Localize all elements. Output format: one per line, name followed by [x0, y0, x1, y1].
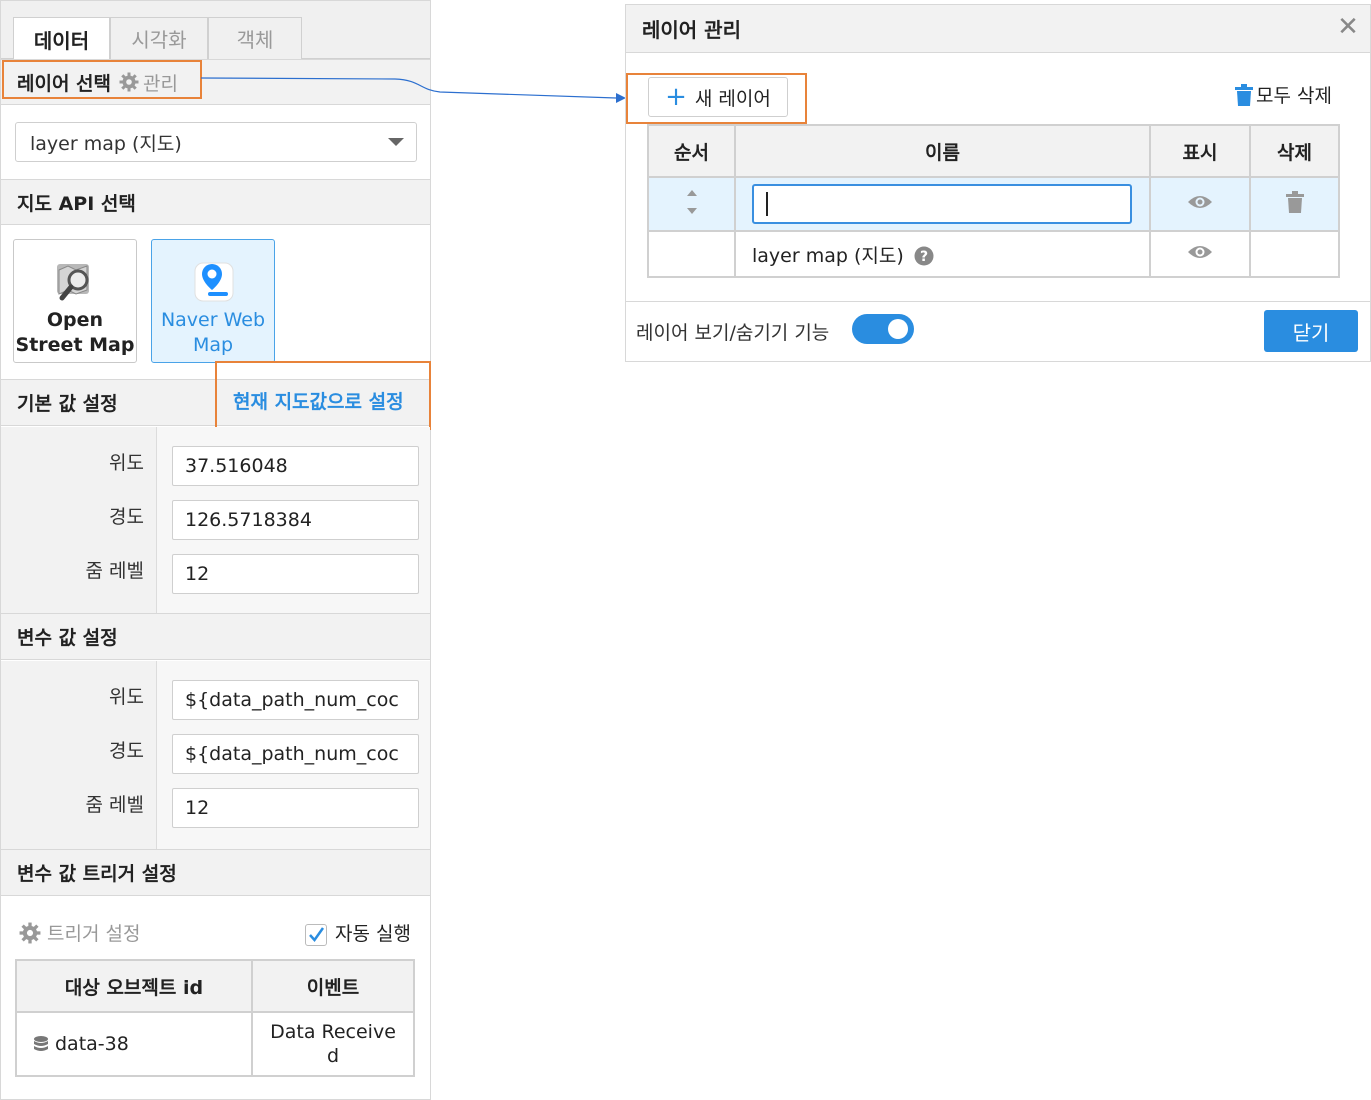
map-option-osm-label: Open Street Map [15, 309, 135, 356]
close-button[interactable]: 닫기 [1264, 310, 1358, 352]
trigger-title: 변수 값 트리거 설정 [17, 863, 177, 885]
variable-longitude-input[interactable]: ${data_path_num_coc [172, 734, 419, 774]
table-row[interactable]: data-38 Data Receive d [15, 1011, 415, 1077]
visibility-cell [1149, 230, 1251, 278]
toggle-knob [888, 319, 908, 339]
properties-panel: 데이터 시각화 객체 레이어 선택 관리 layer map (지도) 지도 A… [0, 0, 431, 1100]
field-label: 경도 [109, 740, 144, 762]
tab-object[interactable]: 객체 [208, 17, 302, 59]
default-latitude-input[interactable]: 37.516048 [172, 446, 419, 486]
auto-run-checkbox[interactable] [305, 924, 327, 946]
trash-icon [1235, 83, 1254, 106]
close-icon[interactable]: ✕ [1336, 14, 1360, 40]
tab-bar: 데이터 시각화 객체 [1, 1, 430, 60]
layer-management-dialog: 레이어 관리 ✕ + 새 레이어 모두 삭제 순서 이름 표시 삭제 layer… [625, 4, 1371, 362]
column-header: 이름 [734, 124, 1151, 178]
gear-icon [19, 922, 41, 943]
map-api-title: 지도 API 선택 [17, 192, 136, 215]
eye-icon[interactable] [1187, 194, 1213, 210]
delete-cell [1249, 176, 1340, 232]
variable-values-header: 변수 값 설정 [1, 613, 430, 660]
trash-icon[interactable] [1285, 190, 1305, 213]
field-label: 위도 [109, 452, 144, 474]
trigger-controls: 트리거 설정 자동 실행 [19, 919, 419, 949]
plus-icon: + [665, 82, 687, 112]
table-row[interactable] [647, 176, 1340, 232]
help-icon[interactable]: ? [914, 246, 934, 266]
toggle-label: 레이어 보기/숨기기 기능 [636, 322, 830, 344]
manage-highlight-box [2, 60, 202, 99]
tab-data[interactable]: 데이터 [13, 17, 110, 60]
object-id-cell: data-38 [15, 1011, 253, 1077]
variable-values-title: 변수 값 설정 [17, 627, 118, 649]
default-zoom-input[interactable]: 12 [172, 554, 419, 594]
delete-all-label: 모두 삭제 [1256, 85, 1332, 107]
delete-cell [1249, 230, 1340, 278]
default-longitude-input[interactable]: 126.5718384 [172, 500, 419, 540]
map-option-naver[interactable]: Naver Web Map [151, 239, 275, 363]
eye-icon[interactable] [1187, 244, 1213, 260]
field-label: 줌 레벨 [85, 560, 144, 582]
layer-dropdown[interactable]: layer map (지도) [15, 122, 417, 162]
trigger-table: 대상 오브젝트 id 이벤트 data-38 Data Receive d [15, 959, 415, 1077]
variable-values-form: 위도 ${data_path_num_coc 경도 ${data_path_nu… [1, 661, 430, 849]
layer-name-input[interactable] [752, 184, 1132, 224]
object-id-value: data-38 [55, 1033, 129, 1055]
column-header: 대상 오브젝트 id [15, 959, 253, 1013]
event-cell: Data Receive d [251, 1011, 415, 1077]
column-header: 삭제 [1249, 124, 1340, 178]
checkmark-icon [309, 927, 325, 942]
naver-map-pin-icon [194, 262, 234, 302]
layer-dropdown-value: layer map (지도) [30, 132, 182, 155]
dialog-title: 레이어 관리 [642, 18, 741, 42]
field-label: 줌 레벨 [85, 794, 144, 816]
column-header: 표시 [1149, 124, 1251, 178]
name-cell [734, 176, 1151, 232]
name-cell: layer map (지도) ? [734, 230, 1151, 278]
map-api-header: 지도 API 선택 [1, 179, 430, 225]
magnifier-map-icon [57, 264, 89, 301]
layer-name-value: layer map (지도) [752, 244, 904, 267]
default-values-title: 기본 값 설정 [17, 393, 118, 415]
sort-handle-icon[interactable] [684, 184, 700, 220]
map-option-naver-label: Naver Web Map [160, 309, 266, 356]
set-current-values-link[interactable]: 현재 지도값으로 설정 [233, 387, 404, 414]
layer-visibility-toggle[interactable] [852, 314, 914, 344]
column-header: 순서 [647, 124, 736, 178]
order-cell [647, 176, 736, 232]
delete-all-button[interactable]: 모두 삭제 [1234, 81, 1332, 108]
map-option-osm[interactable]: Open Street Map [13, 239, 137, 363]
default-values-form: 위도 37.516048 경도 126.5718384 줌 레벨 12 [1, 427, 430, 613]
layers-table: 순서 이름 표시 삭제 layer map (지도) ? [647, 124, 1340, 278]
new-layer-label: 새 레이어 [694, 87, 771, 110]
variable-latitude-input[interactable]: ${data_path_num_coc [172, 680, 419, 720]
tab-visualization[interactable]: 시각화 [110, 17, 208, 59]
trigger-settings-label: 트리거 설정 [47, 923, 141, 945]
column-header: 이벤트 [251, 959, 415, 1013]
variable-zoom-input[interactable]: 12 [172, 788, 419, 828]
text-cursor [766, 192, 768, 216]
field-label: 위도 [109, 686, 144, 708]
svg-text:?: ? [920, 249, 928, 265]
field-label: 경도 [109, 506, 144, 528]
table-row[interactable]: layer map (지도) ? [647, 230, 1340, 278]
trigger-header: 변수 값 트리거 설정 [1, 849, 430, 896]
auto-run-label: 자동 실행 [335, 923, 411, 945]
order-cell [647, 230, 736, 278]
dialog-header: 레이어 관리 ✕ [626, 5, 1370, 53]
chevron-down-icon [388, 138, 404, 146]
visibility-cell [1149, 176, 1251, 232]
dialog-footer: 레이어 보기/숨기기 기능 닫기 [626, 301, 1370, 361]
event-value: Data Receive d [270, 1021, 396, 1067]
database-icon [34, 1036, 48, 1051]
trigger-settings-link[interactable]: 트리거 설정 [19, 919, 140, 946]
new-layer-button[interactable]: + 새 레이어 [648, 77, 788, 117]
